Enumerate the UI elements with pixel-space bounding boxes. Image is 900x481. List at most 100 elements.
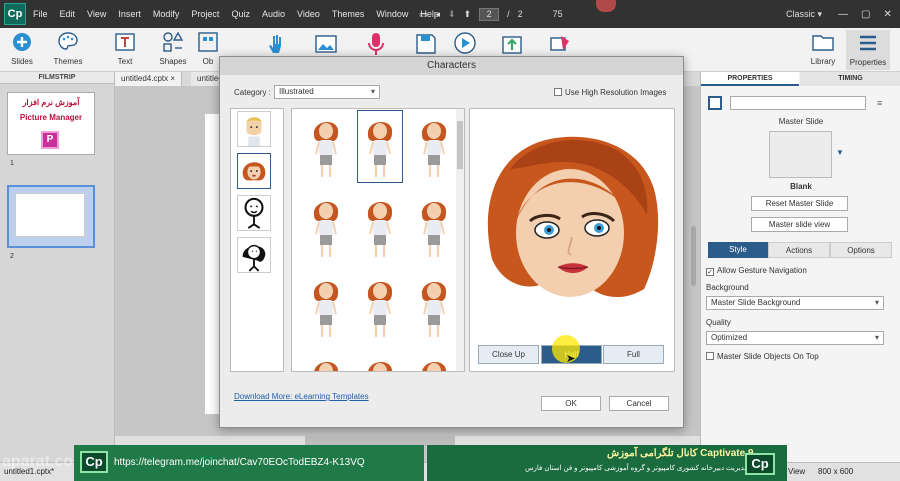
library-label: Library	[810, 57, 836, 66]
view-close-up-button[interactable]: Close Up	[478, 345, 539, 364]
character-pose-thumbnail[interactable]	[306, 113, 346, 180]
character-pose-thumbnail[interactable]	[360, 353, 400, 371]
character-pose-thumbnail[interactable]	[357, 110, 403, 183]
cancel-button[interactable]: Cancel	[609, 396, 669, 411]
character-pose-thumbnail[interactable]	[306, 273, 346, 340]
slide-thumbnail-2[interactable]	[7, 185, 95, 248]
master-slide-name: Blank	[790, 182, 812, 191]
video-watermark-banner: aparat.com/gholamnataz Cp https://telegr…	[0, 445, 900, 481]
page-current-input[interactable]: 2	[479, 7, 500, 21]
text-box-icon	[115, 33, 135, 51]
close-icon[interactable]: ✕	[883, 9, 891, 20]
workspace-label: Classic	[786, 9, 816, 19]
menu-edit[interactable]: Edit	[60, 9, 76, 19]
shapes-icon	[163, 31, 184, 52]
zoom-level[interactable]: 75	[553, 9, 563, 19]
menu-audio[interactable]: Audio	[262, 9, 285, 19]
maximize-icon[interactable]: ▢	[861, 9, 870, 20]
slide-thumbnail-1[interactable]: آموزش نرم افزار Picture Manager P	[7, 92, 95, 155]
menu-insert[interactable]: Insert	[118, 9, 141, 19]
menu-window[interactable]: Window	[376, 9, 408, 19]
microphone-icon[interactable]	[364, 31, 388, 57]
ok-button[interactable]: OK	[541, 396, 601, 411]
mouse-pointer-icon: ➤	[566, 353, 576, 365]
woman-face-icon	[242, 162, 266, 181]
tab-close-icon[interactable]: ×	[170, 74, 175, 83]
media-image-icon[interactable]	[314, 32, 338, 56]
character-pose-thumbnail[interactable]	[360, 273, 400, 340]
menu-project[interactable]: Project	[191, 9, 219, 19]
fill-swatch-icon[interactable]	[708, 96, 722, 110]
category-man-thumbnail[interactable]	[237, 111, 271, 147]
category-stickwoman-thumbnail[interactable]	[237, 237, 271, 273]
previous-slide-icon[interactable]: ◂	[436, 9, 441, 20]
empty-checkbox-icon	[706, 352, 714, 360]
workspace-switcher[interactable]: Classic ▾	[786, 0, 822, 28]
panel-menu-icon[interactable]: ≡	[877, 98, 882, 108]
category-label: Category :	[234, 88, 271, 97]
up-arrow-icon[interactable]: ⬆	[464, 9, 472, 20]
page-separator: /	[507, 9, 510, 19]
interactions-hand-icon[interactable]	[264, 32, 288, 56]
palette-icon	[58, 32, 78, 50]
download-arrow-icon[interactable]: ⬇	[448, 9, 456, 20]
slide-name-input[interactable]	[730, 96, 866, 110]
publish-icon[interactable]	[500, 32, 524, 56]
stick-woman-icon	[242, 244, 266, 272]
character-pose-thumbnail[interactable]	[414, 193, 454, 260]
assets-icon[interactable]	[548, 32, 572, 56]
comment-icon[interactable]: ▭	[419, 9, 428, 20]
character-pose-thumbnail[interactable]	[414, 353, 454, 371]
shapes-label: Shapes	[159, 57, 187, 66]
subtab-style[interactable]: Style	[708, 242, 768, 258]
menu-themes[interactable]: Themes	[332, 9, 365, 19]
gesture-navigation-checkbox[interactable]: ✓ Allow Gesture Navigation	[706, 266, 807, 276]
course-subtitle: با مدیریت دبیرخانه کشوری کامپیوتر و گروه…	[525, 465, 755, 472]
master-slide-view-button[interactable]: Master slide view	[751, 217, 848, 232]
vertical-scrollbar[interactable]	[691, 226, 696, 286]
subtab-actions[interactable]: Actions	[768, 242, 830, 258]
cp-badge-icon-left: Cp	[80, 451, 108, 473]
themes-label: Themes	[53, 57, 83, 66]
category-select[interactable]: Illustrated	[274, 85, 380, 99]
character-pose-thumbnail[interactable]	[414, 113, 454, 180]
download-more-link[interactable]: Download More: eLearning Templates	[234, 392, 369, 401]
menu-file[interactable]: File	[33, 9, 48, 19]
tab-properties[interactable]: PROPERTIES	[701, 72, 799, 86]
objects-on-top-checkbox[interactable]: Master Slide Objects On Top	[706, 352, 819, 361]
menu-video[interactable]: Video	[297, 9, 320, 19]
grid-scrollbar[interactable]	[456, 109, 464, 371]
character-pose-thumbnail[interactable]	[306, 353, 346, 371]
telegram-url: https://telegram.me/joinchat/Cav70EOcTod…	[114, 457, 365, 468]
reset-master-slide-button[interactable]: Reset Master Slide	[751, 196, 848, 211]
text-button[interactable]: Text	[103, 30, 147, 66]
view-full-button[interactable]: Full	[603, 345, 664, 364]
shapes-button[interactable]: Shapes	[151, 30, 195, 66]
themes-button[interactable]: Themes	[46, 30, 90, 66]
master-slide-preview[interactable]	[769, 131, 832, 178]
high-resolution-checkbox[interactable]: Use High Resolution Images	[554, 88, 666, 97]
preview-play-icon[interactable]	[453, 31, 477, 55]
character-pose-thumbnail[interactable]	[414, 273, 454, 340]
tab-untitled4[interactable]: untitled4.cptx ×	[115, 72, 183, 86]
properties-button[interactable]: Properties	[846, 30, 890, 70]
library-button[interactable]: Library	[801, 30, 845, 66]
characters-dialog: Characters Category : Illustrated Use Hi…	[219, 56, 684, 428]
subtab-options[interactable]: Options	[830, 242, 892, 258]
menu-quiz[interactable]: Quiz	[231, 9, 250, 19]
tab-timing[interactable]: TIMING	[800, 72, 900, 86]
tab-untitled4-label: untitled4.cptx	[121, 74, 169, 83]
character-pose-thumbnail[interactable]	[306, 193, 346, 260]
category-stickman-thumbnail[interactable]	[237, 195, 271, 231]
high-resolution-label: Use High Resolution Images	[565, 88, 667, 97]
slides-button[interactable]: Slides	[0, 30, 44, 66]
minimize-icon[interactable]: —	[838, 9, 848, 20]
menu-view[interactable]: View	[87, 9, 106, 19]
save-icon[interactable]	[414, 32, 438, 56]
menu-modify[interactable]: Modify	[153, 9, 180, 19]
character-pose-thumbnail[interactable]	[360, 193, 400, 260]
quality-select[interactable]: Optimized	[706, 331, 884, 345]
master-dropdown-icon[interactable]: ▼	[836, 148, 844, 157]
category-woman-thumbnail[interactable]	[237, 153, 271, 189]
background-select[interactable]: Master Slide Background	[706, 296, 884, 310]
